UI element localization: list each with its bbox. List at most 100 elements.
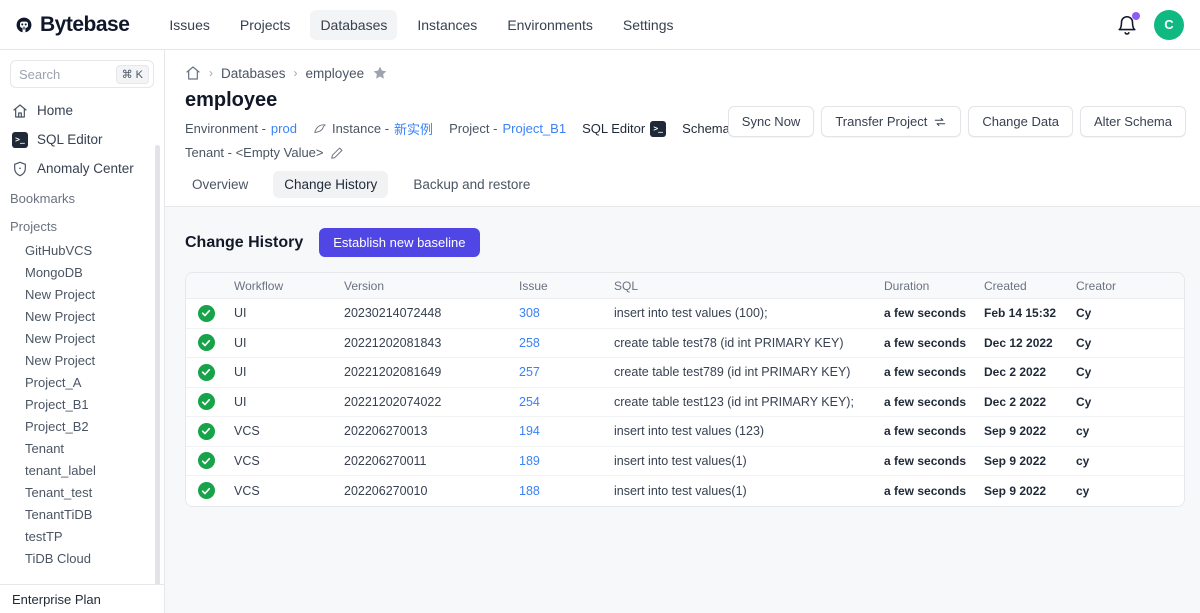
sidebar-project-item[interactable]: testTP bbox=[0, 525, 164, 547]
main-nav: Issues Projects Databases Instances Envi… bbox=[159, 10, 683, 40]
sidebar-project-item[interactable]: Project_B2 bbox=[0, 415, 164, 437]
success-check-icon bbox=[198, 452, 215, 469]
sidebar-section-bookmarks[interactable]: Bookmarks bbox=[0, 185, 164, 211]
establish-baseline-button[interactable]: Establish new baseline bbox=[319, 228, 479, 257]
home-icon[interactable] bbox=[185, 65, 201, 81]
alter-schema-button[interactable]: Alter Schema bbox=[1080, 106, 1186, 137]
nav-item-settings[interactable]: Settings bbox=[613, 10, 684, 40]
sidebar-project-item[interactable]: Tenant bbox=[0, 437, 164, 459]
db-engine-icon bbox=[313, 122, 327, 136]
sidebar-project-item[interactable]: New Project bbox=[0, 327, 164, 349]
avatar[interactable]: C bbox=[1154, 10, 1184, 40]
sidebar-item-home[interactable]: Home bbox=[0, 96, 164, 125]
sync-now-button[interactable]: Sync Now bbox=[728, 106, 815, 137]
sidebar-project-item[interactable]: New Project bbox=[0, 349, 164, 371]
sql-cell: create table test123 (id int PRIMARY KEY… bbox=[614, 395, 884, 409]
database-meta-line-2: Tenant - <Empty Value> bbox=[185, 145, 1180, 160]
nav-item-databases[interactable]: Databases bbox=[310, 10, 397, 40]
breadcrumb-employee[interactable]: employee bbox=[306, 66, 365, 81]
terminal-icon: >_ bbox=[12, 132, 28, 148]
instance-link[interactable]: 新实例 bbox=[394, 119, 433, 138]
sidebar: ⌘ K Home >_ SQL Editor Anomaly Cen bbox=[0, 50, 165, 613]
version-cell: 20221202081649 bbox=[344, 365, 519, 379]
issue-link[interactable]: 194 bbox=[519, 424, 540, 438]
sidebar-project-item[interactable]: TiDB Cloud bbox=[0, 547, 164, 569]
success-check-icon bbox=[198, 334, 215, 351]
table-row[interactable]: UI 20230214072448 308 insert into test v… bbox=[186, 299, 1184, 329]
tab-overview[interactable]: Overview bbox=[181, 171, 259, 198]
sidebar-project-item[interactable]: MongoDB bbox=[0, 261, 164, 283]
issue-link[interactable]: 189 bbox=[519, 454, 540, 468]
table-row[interactable]: VCS 202206270013 194 insert into test va… bbox=[186, 417, 1184, 447]
shield-icon bbox=[12, 161, 28, 177]
project-list: GitHubVCS MongoDB New Project New Projec… bbox=[0, 239, 164, 569]
table-row[interactable]: UI 20221202081649 257 create table test7… bbox=[186, 358, 1184, 388]
sql-cell: create table test789 (id int PRIMARY KEY… bbox=[614, 365, 884, 379]
issue-link[interactable]: 257 bbox=[519, 365, 540, 379]
sidebar-project-item[interactable]: TenantTiDB bbox=[0, 503, 164, 525]
sql-cell: create table test78 (id int PRIMARY KEY) bbox=[614, 336, 884, 350]
sidebar-scrollbar[interactable] bbox=[155, 145, 160, 605]
created-cell: Feb 14 15:32 bbox=[984, 306, 1076, 320]
workflow-cell: UI bbox=[234, 395, 344, 409]
bookmark-star-icon[interactable] bbox=[372, 65, 388, 81]
notifications-button[interactable] bbox=[1116, 14, 1138, 36]
creator-cell: cy bbox=[1076, 484, 1184, 498]
column-created: Created bbox=[984, 279, 1076, 293]
sidebar-project-item[interactable]: New Project bbox=[0, 283, 164, 305]
search-input[interactable] bbox=[19, 67, 99, 82]
status-cell bbox=[186, 364, 234, 381]
sidebar-project-item[interactable]: Project_B1 bbox=[0, 393, 164, 415]
version-cell: 20221202081843 bbox=[344, 336, 519, 350]
home-icon bbox=[12, 103, 28, 119]
transfer-project-button[interactable]: Transfer Project bbox=[821, 106, 961, 137]
brand[interactable]: Bytebase bbox=[16, 13, 129, 37]
sidebar-project-item[interactable]: Tenant_test bbox=[0, 481, 164, 503]
table-row[interactable]: VCS 202206270011 189 insert into test va… bbox=[186, 447, 1184, 477]
sidebar-project-item[interactable]: New Project bbox=[0, 305, 164, 327]
tab-backup-and-restore[interactable]: Backup and restore bbox=[402, 171, 541, 198]
notification-dot bbox=[1132, 12, 1140, 20]
brand-name: Bytebase bbox=[40, 13, 129, 37]
table-row[interactable]: UI 20221202081843 258 create table test7… bbox=[186, 329, 1184, 359]
search-shortcut-badge: ⌘ K bbox=[116, 65, 149, 84]
table-row[interactable]: VCS 202206270010 188 insert into test va… bbox=[186, 476, 1184, 506]
duration-cell: a few seconds bbox=[884, 306, 984, 320]
issue-link[interactable]: 188 bbox=[519, 484, 540, 498]
status-cell bbox=[186, 334, 234, 351]
nav-item-instances[interactable]: Instances bbox=[407, 10, 487, 40]
edit-pencil-icon[interactable] bbox=[330, 146, 344, 160]
sidebar-section-projects[interactable]: Projects bbox=[0, 213, 164, 239]
change-data-button[interactable]: Change Data bbox=[968, 106, 1073, 137]
issue-link[interactable]: 308 bbox=[519, 306, 540, 320]
project-link[interactable]: Project_B1 bbox=[502, 121, 566, 136]
terminal-icon: >_ bbox=[650, 121, 666, 137]
status-cell bbox=[186, 305, 234, 322]
column-workflow: Workflow bbox=[234, 279, 344, 293]
issue-link[interactable]: 254 bbox=[519, 395, 540, 409]
status-cell bbox=[186, 393, 234, 410]
environment-link[interactable]: prod bbox=[271, 121, 297, 136]
sql-cell: insert into test values(1) bbox=[614, 454, 884, 468]
project-label: Project - bbox=[449, 121, 497, 136]
sidebar-project-item[interactable]: Project_A bbox=[0, 371, 164, 393]
sql-cell: insert into test values(1) bbox=[614, 484, 884, 498]
nav-item-environments[interactable]: Environments bbox=[497, 10, 603, 40]
search-box[interactable]: ⌘ K bbox=[10, 60, 154, 88]
success-check-icon bbox=[198, 305, 215, 322]
table-row[interactable]: UI 20221202074022 254 create table test1… bbox=[186, 388, 1184, 418]
bytebase-app: Bytebase Issues Projects Databases Insta… bbox=[0, 0, 1200, 613]
nav-item-issues[interactable]: Issues bbox=[159, 10, 219, 40]
sidebar-item-sql-editor[interactable]: >_ SQL Editor bbox=[0, 125, 164, 154]
sql-editor-link[interactable]: SQL Editor >_ bbox=[582, 121, 666, 137]
sidebar-item-anomaly-center[interactable]: Anomaly Center bbox=[0, 154, 164, 183]
tab-change-history[interactable]: Change History bbox=[273, 171, 388, 198]
sidebar-project-item[interactable]: GitHubVCS bbox=[0, 239, 164, 261]
sidebar-project-item[interactable]: tenant_label bbox=[0, 459, 164, 481]
issue-link[interactable]: 258 bbox=[519, 336, 540, 350]
breadcrumb-databases[interactable]: Databases bbox=[221, 66, 286, 81]
change-history-table: Workflow Version Issue SQL Duration Crea… bbox=[185, 272, 1185, 507]
version-cell: 202206270013 bbox=[344, 424, 519, 438]
workflow-cell: VCS bbox=[234, 484, 344, 498]
nav-item-projects[interactable]: Projects bbox=[230, 10, 301, 40]
